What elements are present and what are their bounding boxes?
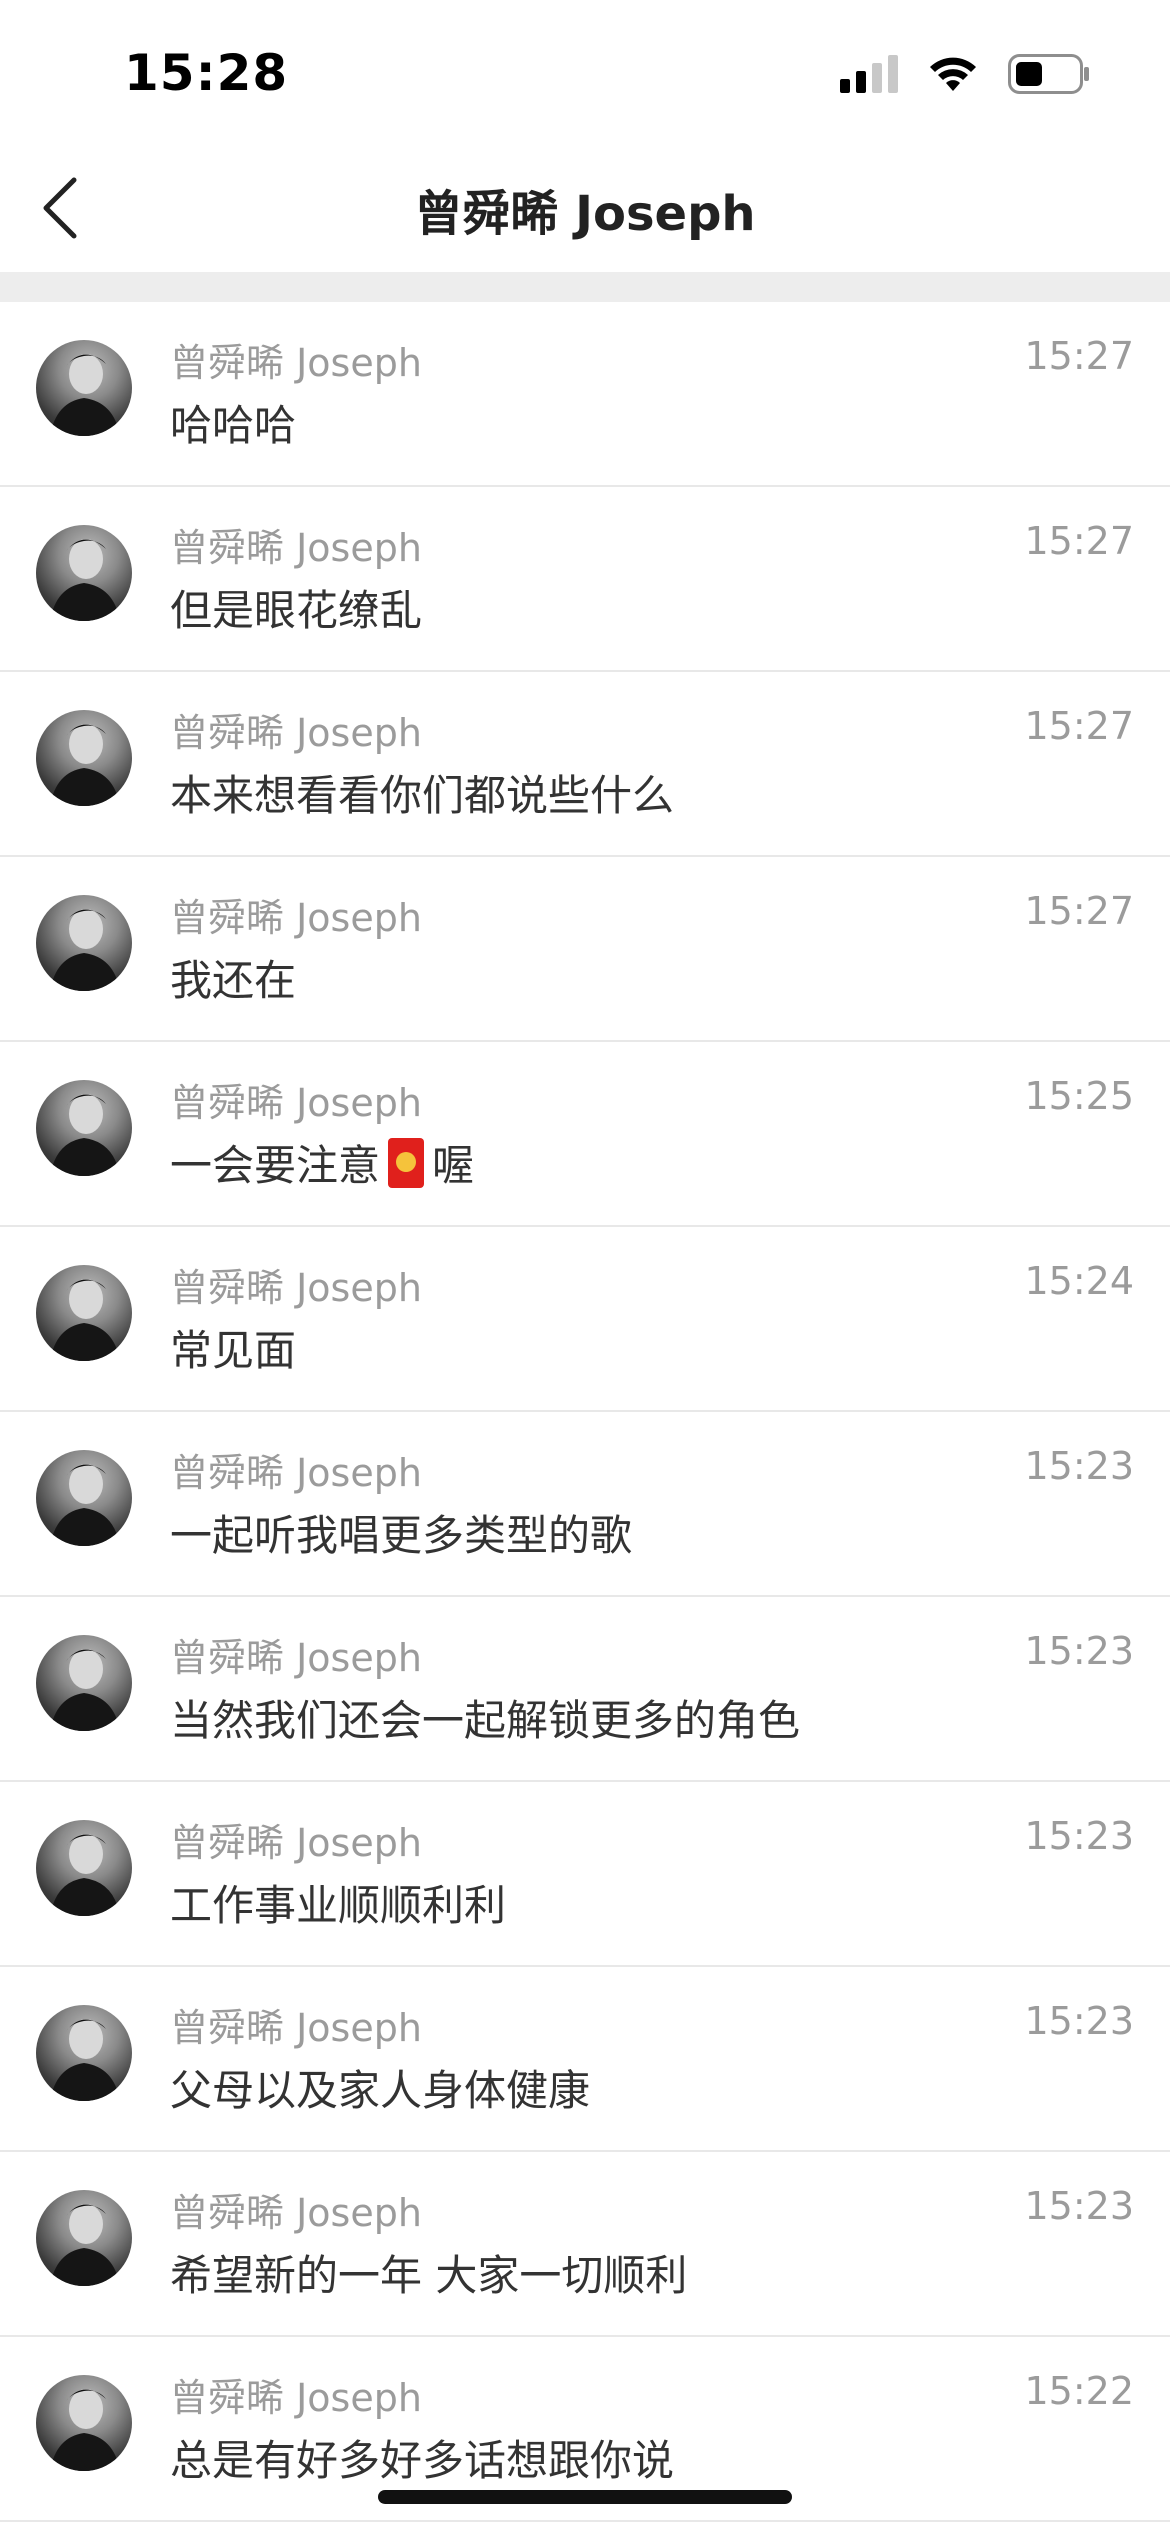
message-row[interactable]: 曾舜晞 Joseph 当然我们还会一起解锁更多的角色 15:23 [0,1597,1170,1782]
message-row[interactable]: 曾舜晞 Joseph 本来想看看你们都说些什么 15:27 [0,672,1170,857]
message-time: 15:23 [1024,1814,1134,1858]
avatar [36,1635,132,1731]
message-time: 15:23 [1024,2184,1134,2228]
message-text: 希望新的一年 大家一切顺利 [170,2251,688,2300]
message-time: 15:24 [1024,1259,1134,1303]
message-sender: 曾舜晞 Joseph [170,896,422,940]
message-time: 15:27 [1024,519,1134,563]
message-row[interactable]: 曾舜晞 Joseph 常见面 15:24 [0,1227,1170,1412]
status-time: 15:28 [124,44,289,102]
message-text: 哈哈哈 [170,401,297,450]
message-row[interactable]: 曾舜晞 Joseph 但是眼花缭乱 15:27 [0,487,1170,672]
message-text: 当然我们还会一起解锁更多的角色 [170,1696,801,1745]
avatar [36,2190,132,2286]
message-sender: 曾舜晞 Joseph [170,1081,422,1125]
battery-icon [1008,54,1090,98]
message-row[interactable]: 曾舜晞 Joseph 一会要注意 喔 15:25 [0,1042,1170,1227]
message-sender: 曾舜晞 Joseph [170,2191,422,2235]
page-title: 曾舜晞 Joseph [414,186,756,242]
message-sender: 曾舜晞 Joseph [170,1636,422,1680]
message-list: 曾舜晞 Joseph 哈哈哈 15:27 曾舜晞 Joseph 但是眼花缭乱 1… [0,302,1170,2522]
avatar [36,2005,132,2101]
avatar [36,2375,132,2471]
message-time: 15:22 [1024,2369,1134,2413]
avatar [36,1080,132,1176]
message-text: 常见面 [170,1326,297,1375]
message-text: 但是眼花缭乱 [170,586,423,635]
red-envelope-icon [388,1138,425,1188]
message-sender: 曾舜晞 Joseph [170,1266,422,1310]
message-sender: 曾舜晞 Joseph [170,2006,422,2050]
message-row[interactable]: 曾舜晞 Joseph 父母以及家人身体健康 15:23 [0,1967,1170,2152]
message-text: 一会要注意 喔 [170,1132,474,1193]
avatar [36,1820,132,1916]
nav-separator [0,272,1170,302]
message-text: 父母以及家人身体健康 [170,2066,591,2115]
message-sender: 曾舜晞 Joseph [170,711,422,755]
message-time: 15:27 [1024,889,1134,933]
wifi-icon [928,55,978,97]
message-time: 15:23 [1024,1444,1134,1488]
message-time: 15:25 [1024,1074,1134,1118]
avatar [36,710,132,806]
status-icons [840,54,1090,98]
message-sender: 曾舜晞 Joseph [170,526,422,570]
message-row[interactable]: 曾舜晞 Joseph 我还在 15:27 [0,857,1170,1042]
home-indicator[interactable] [378,2490,792,2504]
avatar [36,895,132,991]
message-sender: 曾舜晞 Joseph [170,341,422,385]
nav-bar: 曾舜晞 Joseph [0,150,1170,270]
message-sender: 曾舜晞 Joseph [170,1821,422,1865]
message-time: 15:23 [1024,1629,1134,1673]
message-text: 本来想看看你们都说些什么 [170,771,675,820]
message-text: 一起听我唱更多类型的歌 [170,1511,633,1560]
message-text-before: 一会要注意 [170,1141,381,1190]
message-row[interactable]: 曾舜晞 Joseph 哈哈哈 15:27 [0,302,1170,487]
message-sender: 曾舜晞 Joseph [170,1451,422,1495]
message-row[interactable]: 曾舜晞 Joseph 工作事业顺顺利利 15:23 [0,1782,1170,1967]
avatar [36,340,132,436]
message-text: 总是有好多好多话想跟你说 [170,2436,675,2485]
message-time: 15:27 [1024,704,1134,748]
message-text: 我还在 [170,956,297,1005]
message-text: 工作事业顺顺利利 [170,1881,507,1930]
status-bar: 15:28 [0,0,1170,150]
message-time: 15:27 [1024,334,1134,378]
message-text-after: 喔 [432,1141,475,1190]
message-sender: 曾舜晞 Joseph [170,2376,422,2420]
avatar [36,525,132,621]
cellular-signal-icon [840,55,898,97]
avatar [36,1450,132,1546]
message-row[interactable]: 曾舜晞 Joseph 希望新的一年 大家一切顺利 15:23 [0,2152,1170,2337]
message-time: 15:23 [1024,1999,1134,2043]
avatar [36,1265,132,1361]
message-row[interactable]: 曾舜晞 Joseph 一起听我唱更多类型的歌 15:23 [0,1412,1170,1597]
